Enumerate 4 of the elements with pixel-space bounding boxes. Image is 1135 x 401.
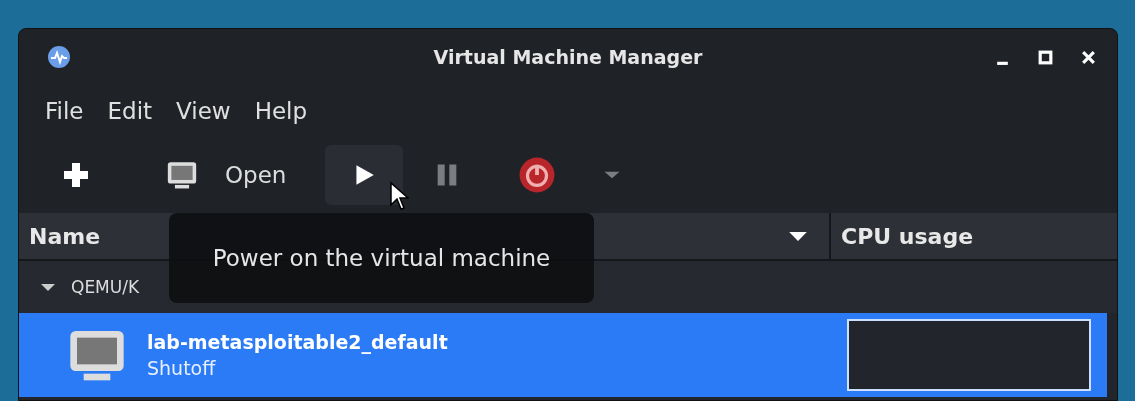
window-title: Virtual Machine Manager [433,46,703,68]
tooltip: Power on the virtual machine [169,213,594,303]
vm-status: Shutoff [147,357,217,379]
vm-name: lab-metasploitable2_default [147,331,448,353]
